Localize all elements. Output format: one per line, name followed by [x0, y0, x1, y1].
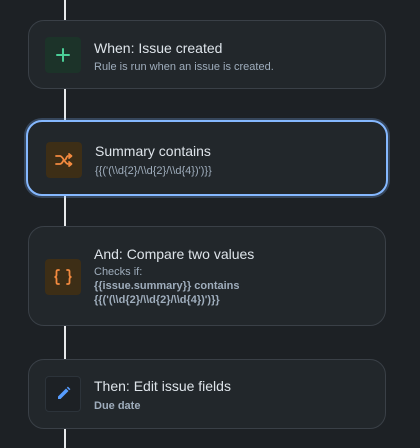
- pencil-icon: [58, 386, 71, 399]
- condition-description: {{('(\\d{2}/\\d{2}/\\d{4})')}}: [95, 165, 212, 177]
- compare-line-2: {{('(\\d{2}/\\d{2}/\\d{4})')}}: [94, 294, 220, 306]
- compare-checks-label: Checks if:: [94, 266, 143, 278]
- action-icon-box: [45, 376, 81, 412]
- trigger-description: Rule is run when an issue is created.: [94, 61, 274, 73]
- flow-connector-top: [64, 0, 66, 20]
- plus-icon: [56, 48, 70, 62]
- flow-connector-2-3: [64, 195, 66, 226]
- condition-title: Summary contains: [95, 143, 211, 159]
- flow-connector-1-2: [64, 88, 66, 120]
- action-field: Due date: [94, 400, 141, 412]
- trigger-card[interactable]: When: Issue created Rule is run when an …: [28, 20, 386, 89]
- compare-icon-box: [45, 259, 81, 295]
- curly-braces-icon: [54, 269, 72, 285]
- flow-connector-3-4: [64, 325, 66, 359]
- condition-icon-box: [46, 142, 82, 178]
- shuffle-icon: [55, 153, 73, 167]
- condition-card-compare-values[interactable]: And: Compare two values Checks if: {{iss…: [28, 226, 386, 326]
- action-card-edit-issue[interactable]: Then: Edit issue fields Due date: [28, 359, 386, 429]
- trigger-icon-box: [45, 37, 81, 73]
- condition-card-summary-contains[interactable]: Summary contains {{('(\\d{2}/\\d{2}/\\d{…: [26, 120, 388, 196]
- compare-title: And: Compare two values: [94, 246, 255, 262]
- flow-connector-bottom: [64, 428, 66, 448]
- compare-line-1: {{issue.summary}} contains: [94, 280, 240, 292]
- action-title: Then: Edit issue fields: [94, 378, 231, 394]
- trigger-title: When: Issue created: [94, 40, 223, 56]
